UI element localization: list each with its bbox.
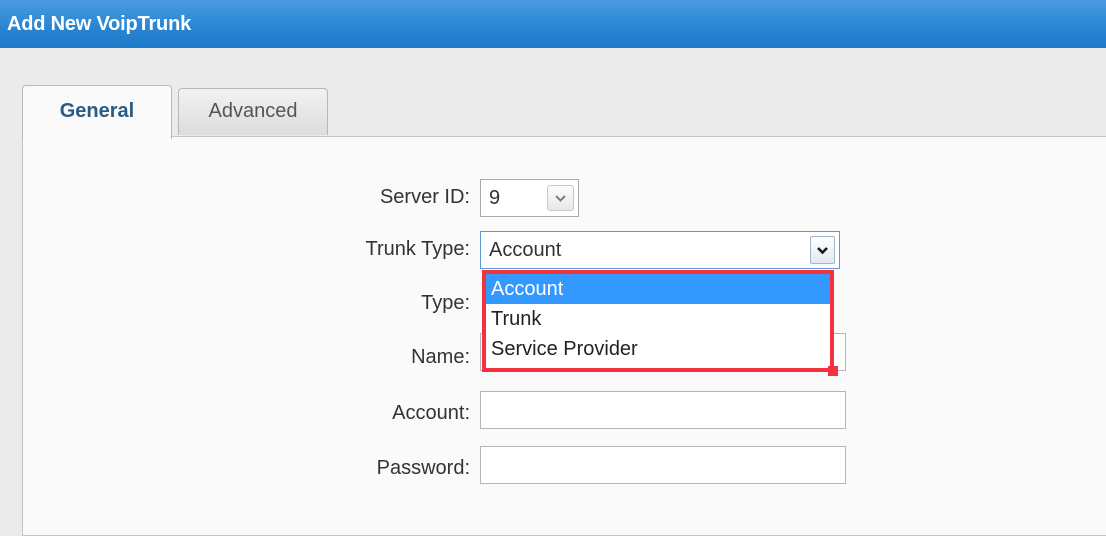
server-id-select[interactable]: 9 <box>480 179 579 217</box>
tab-advanced[interactable]: Advanced <box>178 88 328 135</box>
dropdown-option-account[interactable]: Account <box>486 274 830 304</box>
dropdown-option-trunk[interactable]: Trunk <box>486 304 830 334</box>
server-id-value: 9 <box>489 187 501 209</box>
account-field[interactable] <box>480 391 846 429</box>
trunk-type-select[interactable]: Account <box>480 231 840 269</box>
highlight-resize-handle <box>828 366 838 376</box>
chevron-down-icon[interactable] <box>810 236 835 264</box>
password-label: Password: <box>376 457 470 479</box>
tab-general[interactable]: General <box>22 85 172 139</box>
server-id-label: Server ID: <box>379 186 470 208</box>
type-label: Type: <box>421 292 470 314</box>
name-label: Name: <box>411 346 470 368</box>
chevron-down-icon[interactable] <box>547 185 574 211</box>
trunk-type-label: Trunk Type: <box>365 238 471 260</box>
trunk-type-value: Account <box>489 239 562 261</box>
password-field[interactable] <box>480 446 846 484</box>
window-title: Add New VoipTrunk <box>0 0 1106 48</box>
trunk-type-dropdown-list: Account Trunk Service Provider <box>482 270 834 372</box>
account-label: Account: <box>392 402 470 424</box>
dropdown-option-service-provider[interactable]: Service Provider <box>486 334 830 364</box>
